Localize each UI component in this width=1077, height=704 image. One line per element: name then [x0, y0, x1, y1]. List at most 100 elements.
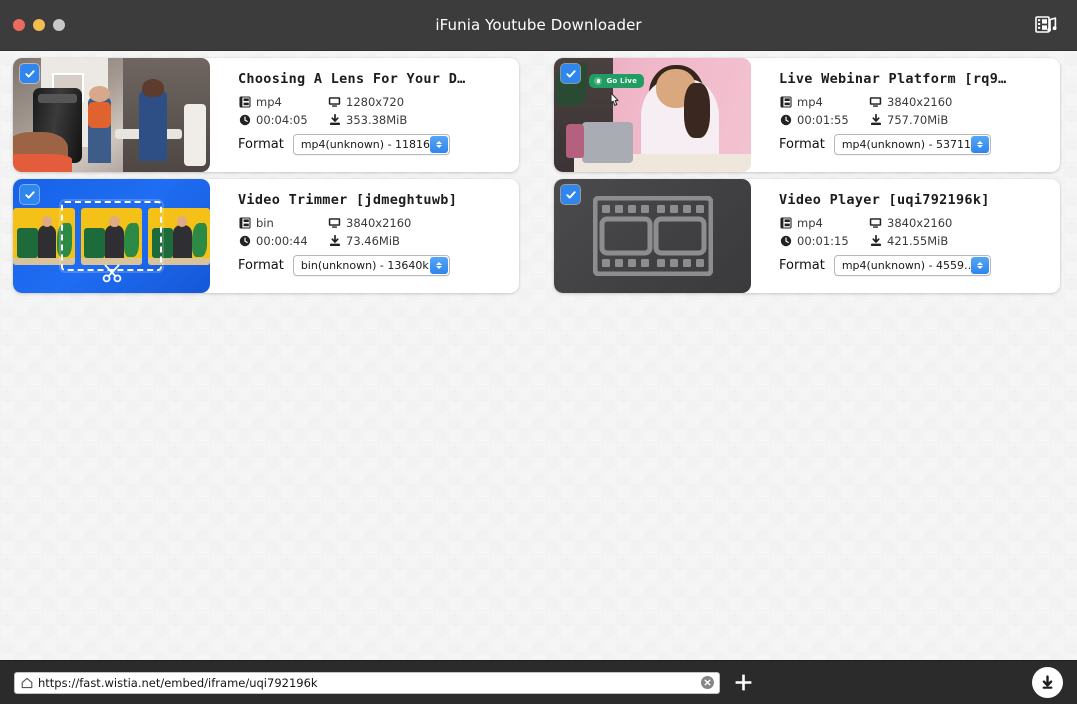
video-card[interactable]: Choosing A Lens For Your D… mp4 1280x720…	[13, 58, 519, 172]
film-strip-placeholder-icon	[592, 195, 713, 277]
maximize-window-button[interactable]	[53, 19, 65, 31]
format-select[interactable]: bin(unknown) - 13640k…	[292, 255, 450, 276]
title-bar: iFunia Youtube Downloader	[0, 0, 1077, 51]
video-meta: mp4 3840x2160 00:01:15 421.55MiB	[779, 216, 1046, 248]
video-info: Choosing A Lens For Your D… mp4 1280x720…	[210, 58, 519, 172]
meta-resolution-value: 3840x2160	[887, 95, 953, 109]
clock-icon	[779, 235, 792, 248]
meta-format-value: bin	[256, 216, 274, 230]
select-video-checkbox[interactable]	[561, 185, 580, 204]
format-label: Format	[238, 137, 284, 152]
video-thumbnail[interactable]	[13, 58, 210, 172]
meta-format: mp4	[238, 95, 328, 109]
select-video-checkbox[interactable]	[20, 185, 39, 204]
meta-format-value: mp4	[797, 216, 823, 230]
url-input[interactable]: https://fast.wistia.net/embed/iframe/uqi…	[14, 671, 720, 694]
video-info: Video Player [uqi792196k] mp4 3840x2160 …	[751, 179, 1060, 293]
download-size-icon	[869, 235, 882, 248]
meta-format-value: mp4	[256, 95, 282, 109]
chevron-stepper-icon[interactable]	[429, 257, 448, 274]
format-select[interactable]: mp4(unknown) - 4559…	[833, 255, 991, 276]
meta-format: bin	[238, 216, 328, 230]
format-select[interactable]: mp4(unknown) - 53711…	[833, 134, 991, 155]
meta-duration: 00:04:05	[238, 113, 328, 127]
clock-icon	[779, 114, 792, 127]
chevron-stepper-icon[interactable]	[970, 257, 989, 274]
meta-duration-value: 00:04:05	[256, 113, 308, 127]
video-thumbnail[interactable]	[13, 179, 210, 293]
file-format-icon	[779, 96, 792, 109]
format-select-value: mp4(unknown) - 53711…	[841, 138, 983, 151]
video-thumbnail[interactable]: Go Live	[554, 58, 751, 172]
monitor-icon	[328, 217, 341, 230]
video-list-area: Choosing A Lens For Your D… mp4 1280x720…	[0, 51, 1077, 660]
clock-icon	[238, 114, 251, 127]
format-select[interactable]: mp4(unknown) - 11816…	[292, 134, 450, 155]
chevron-stepper-icon[interactable]	[429, 136, 448, 153]
video-meta: mp4 1280x720 00:04:05 353.38MiB	[238, 95, 505, 127]
download-icon	[1039, 674, 1056, 691]
meta-format: mp4	[779, 216, 869, 230]
meta-duration: 00:01:55	[779, 113, 869, 127]
download-size-icon	[328, 114, 341, 127]
meta-resolution-value: 3840x2160	[887, 216, 953, 230]
format-label: Format	[779, 258, 825, 273]
video-title: Video Player [uqi792196k]	[779, 192, 990, 208]
minimize-window-button[interactable]	[33, 19, 45, 31]
file-format-icon	[779, 217, 792, 230]
meta-size-value: 73.46MiB	[346, 234, 400, 248]
format-select-value: mp4(unknown) - 11816…	[300, 138, 442, 151]
select-video-checkbox[interactable]	[20, 64, 39, 83]
video-title: Live Webinar Platform [rq9…	[779, 71, 1007, 87]
meta-duration: 00:01:15	[779, 234, 869, 248]
download-size-icon	[869, 114, 882, 127]
meta-duration: 00:00:44	[238, 234, 328, 248]
meta-resolution: 1280x720	[328, 95, 505, 109]
monitor-icon	[869, 217, 882, 230]
video-title: Video Trimmer [jdmeghtuwb]	[238, 192, 458, 208]
home-icon	[21, 677, 33, 689]
meta-duration-value: 00:00:44	[256, 234, 308, 248]
media-converter-icon[interactable]	[1031, 10, 1061, 40]
format-label: Format	[238, 258, 284, 273]
scissors-icon	[101, 262, 123, 284]
video-thumbnail[interactable]	[554, 179, 751, 293]
video-card[interactable]: Video Trimmer [jdmeghtuwb] bin 3840x2160…	[13, 179, 519, 293]
meta-size: 421.55MiB	[869, 234, 1046, 248]
app-window: iFunia Youtube Downloader Choosing A Len…	[0, 0, 1077, 704]
meta-size: 353.38MiB	[328, 113, 505, 127]
monitor-icon	[328, 96, 341, 109]
video-card[interactable]: Video Player [uqi792196k] mp4 3840x2160 …	[554, 179, 1060, 293]
video-meta: bin 3840x2160 00:00:44 73.46MiB	[238, 216, 505, 248]
video-meta: mp4 3840x2160 00:01:55 757.70MiB	[779, 95, 1046, 127]
add-url-button[interactable]	[731, 671, 755, 695]
close-window-button[interactable]	[13, 19, 25, 31]
clock-icon	[238, 235, 251, 248]
meta-duration-value: 00:01:55	[797, 113, 849, 127]
meta-resolution-value: 3840x2160	[346, 216, 412, 230]
file-format-icon	[238, 217, 251, 230]
format-select-value: bin(unknown) - 13640k…	[300, 259, 440, 272]
select-video-checkbox[interactable]	[561, 64, 580, 83]
cursor-pointer-icon	[607, 92, 621, 109]
file-format-icon	[238, 96, 251, 109]
meta-resolution: 3840x2160	[869, 95, 1046, 109]
meta-size: 73.46MiB	[328, 234, 505, 248]
meta-format: mp4	[779, 95, 869, 109]
video-card[interactable]: Go Live Live Webinar Platform [rq9… mp4 …	[554, 58, 1060, 172]
traffic-lights	[0, 19, 65, 31]
format-row: Format mp4(unknown) - 11816…	[238, 134, 505, 155]
url-input-value: https://fast.wistia.net/embed/iframe/uqi…	[38, 675, 318, 690]
meta-format-value: mp4	[797, 95, 823, 109]
meta-size-value: 353.38MiB	[346, 113, 408, 127]
video-card-grid: Choosing A Lens For Your D… mp4 1280x720…	[13, 58, 1064, 293]
meta-duration-value: 00:01:15	[797, 234, 849, 248]
bottom-bar: https://fast.wistia.net/embed/iframe/uqi…	[0, 660, 1077, 704]
video-info: Video Trimmer [jdmeghtuwb] bin 3840x2160…	[210, 179, 519, 293]
clear-icon[interactable]	[701, 676, 714, 689]
meta-size-value: 421.55MiB	[887, 234, 949, 248]
download-button[interactable]	[1032, 667, 1063, 698]
meta-resolution: 3840x2160	[328, 216, 505, 230]
meta-resolution: 3840x2160	[869, 216, 1046, 230]
chevron-stepper-icon[interactable]	[970, 136, 989, 153]
